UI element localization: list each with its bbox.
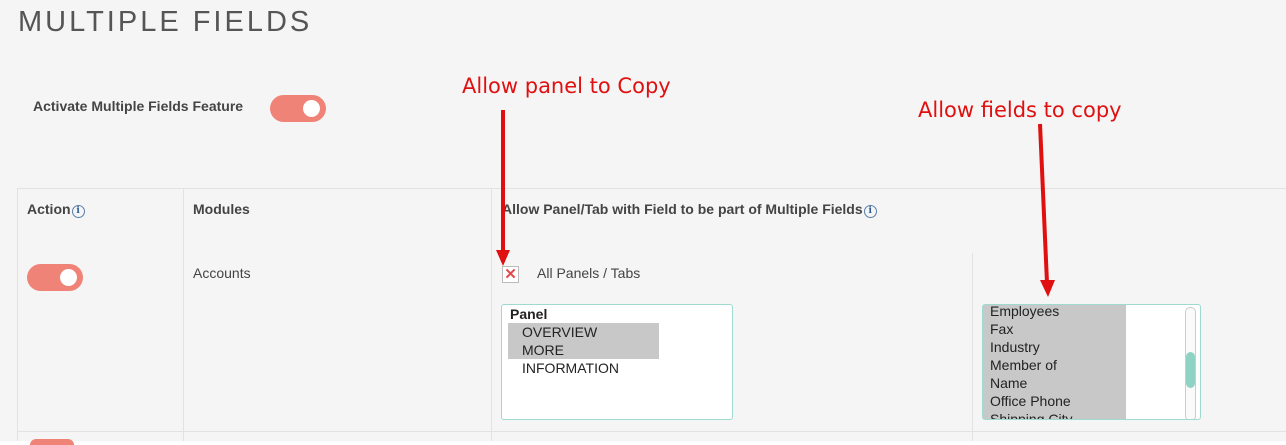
panel-group-label: Panel xyxy=(510,306,548,322)
column-divider xyxy=(183,188,184,441)
field-option[interactable]: Shipping City xyxy=(983,410,1126,419)
field-option[interactable]: Office Phone xyxy=(983,392,1126,410)
info-icon[interactable]: i xyxy=(863,205,877,218)
field-option[interactable]: Fax xyxy=(983,320,1126,338)
fields-scrollbar[interactable] xyxy=(1185,307,1196,419)
field-option[interactable]: Employees xyxy=(983,305,1126,320)
header-action: Action i xyxy=(27,201,85,218)
column-divider xyxy=(491,188,492,441)
toggle-knob xyxy=(60,269,77,286)
activate-feature-toggle[interactable] xyxy=(270,95,326,122)
modules-table: Action i Modules Allow Panel/Tab with Fie… xyxy=(17,188,1286,445)
all-panels-checkbox[interactable]: ✕ xyxy=(502,266,519,283)
column-divider xyxy=(972,253,973,441)
info-icon[interactable]: i xyxy=(71,205,85,218)
header-allow-label: Allow Panel/Tab with Field to be part of… xyxy=(502,201,863,217)
row-enable-toggle[interactable] xyxy=(27,264,83,291)
fields-option-list: Employees Fax Industry Member of Name Of… xyxy=(983,305,1126,419)
panel-option[interactable]: MORE INFORMATION xyxy=(508,341,659,376)
header-modules: Modules xyxy=(193,201,250,217)
column-divider xyxy=(17,188,18,441)
panel-listbox[interactable]: Panel OVERVIEW MORE INFORMATION xyxy=(501,304,733,420)
annotation-fields-note: Allow fields to copy xyxy=(918,98,1122,122)
module-name: Accounts xyxy=(193,265,251,281)
header-action-label: Action xyxy=(27,201,71,217)
fields-listbox[interactable]: Employees Fax Industry Member of Name Of… xyxy=(982,304,1201,420)
page-title: MULTIPLE FIELDS xyxy=(18,6,313,38)
toggle-knob xyxy=(303,100,320,117)
table-header: Action i Modules Allow Panel/Tab with Fie… xyxy=(17,188,1286,254)
scrollbar-thumb[interactable] xyxy=(1186,352,1195,388)
field-option[interactable]: Member of xyxy=(983,356,1126,374)
field-option[interactable]: Industry xyxy=(983,338,1126,356)
next-row-toggle[interactable] xyxy=(30,439,74,445)
all-panels-label: All Panels / Tabs xyxy=(537,265,641,281)
table-row: Accounts ✕ All Panels / Tabs Panel OVERV… xyxy=(17,253,1286,432)
close-x-icon: ✕ xyxy=(504,266,517,283)
header-allow-panel: Allow Panel/Tab with Field to be part of… xyxy=(502,201,877,218)
panel-option[interactable]: OVERVIEW xyxy=(508,323,659,341)
activate-feature-label: Activate Multiple Fields Feature xyxy=(33,98,244,114)
field-option[interactable]: Name xyxy=(983,374,1126,392)
annotation-panel-note: Allow panel to Copy xyxy=(462,74,671,98)
